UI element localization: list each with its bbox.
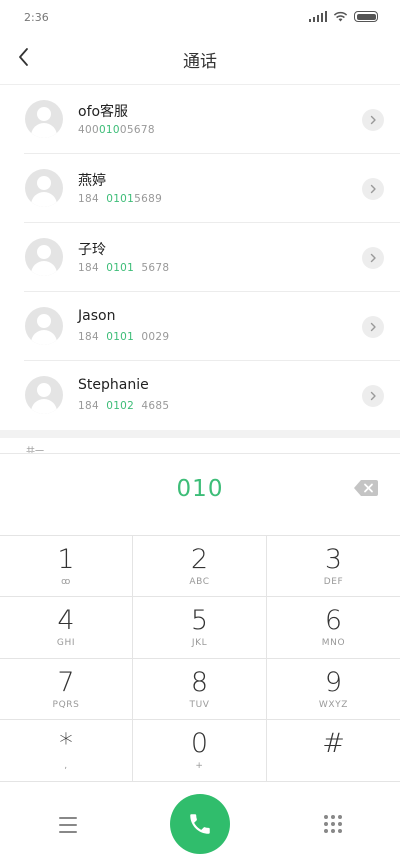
contact-list: ofo客服 40001005678 燕婷 184 01015689 子玲 184…	[0, 85, 400, 430]
contact-name: 子玲	[78, 242, 106, 258]
key-digit: 3	[324, 544, 343, 575]
contact-name: Jason	[78, 308, 116, 324]
avatar	[25, 169, 63, 207]
contact-row[interactable]: ofo客服 40001005678	[0, 85, 400, 154]
key-letters: TUV	[189, 700, 210, 710]
avatar	[25, 307, 63, 345]
key-9[interactable]: 9 WXYZ	[267, 659, 400, 720]
status-icons	[308, 11, 378, 22]
key-digit: 6	[324, 605, 343, 636]
dialer: 010 1ꝏ 2 ABC 3 DEF 4 GHI 5 JKL 6 MNO 7 PQRS 8T…	[0, 453, 400, 866]
avatar	[25, 238, 63, 276]
contact-name: ofo客服	[78, 104, 129, 120]
wifi-icon	[333, 11, 348, 22]
key-6[interactable]: 6 MNO	[267, 597, 400, 659]
key-letters: +	[195, 761, 204, 771]
key-letters: GHI	[56, 638, 76, 648]
key-digit: *	[59, 728, 73, 759]
contact-row[interactable]: 子玲 184 0101 5678	[0, 223, 400, 292]
chevron-right-icon	[370, 184, 376, 194]
contact-row[interactable]: Stephanie 184 0102 4685	[0, 361, 400, 430]
key-digit: 5	[190, 605, 209, 636]
contact-detail-button[interactable]	[362, 316, 384, 338]
key-digit: 0	[190, 728, 209, 759]
avatar	[25, 100, 63, 138]
page-title: 通话	[183, 52, 217, 72]
key-letters: DEF	[323, 577, 344, 587]
status-bar: 2:36	[0, 0, 400, 36]
phone-icon	[190, 814, 210, 834]
bottom-bar	[0, 781, 400, 866]
key-5[interactable]: 5 JKL	[133, 597, 267, 659]
contact-number: 184 0101 0029	[78, 331, 170, 343]
key-star[interactable]: *,	[0, 720, 133, 782]
keypad: 1ꝏ 2 ABC 3 DEF 4 GHI 5 JKL 6 MNO 7 PQRS 8 TUV 9…	[0, 535, 400, 782]
dialed-number[interactable]: 010	[0, 476, 400, 502]
chevron-right-icon	[370, 391, 376, 401]
contact-number: 184 0101 5678	[78, 262, 170, 274]
key-letters: WXYZ	[318, 700, 349, 710]
chevron-right-icon	[370, 253, 376, 263]
dialpad-icon[interactable]	[324, 815, 342, 833]
key-letters: ,	[64, 761, 68, 771]
call-button[interactable]	[170, 794, 230, 854]
contact-name: 燕婷	[78, 173, 106, 189]
contact-detail-button[interactable]	[362, 178, 384, 200]
key-4[interactable]: 4 GHI	[0, 597, 133, 659]
menu-icon[interactable]	[59, 817, 77, 833]
key-hash[interactable]: #	[267, 720, 400, 782]
key-7[interactable]: 7 PQRS	[0, 659, 133, 720]
key-letters: ABC	[189, 577, 210, 587]
contact-detail-button[interactable]	[362, 109, 384, 131]
delete-button[interactable]	[354, 480, 378, 496]
contact-number: 40001005678	[78, 124, 155, 136]
chevron-right-icon	[370, 322, 376, 332]
header: 通话	[0, 36, 400, 84]
contact-number: 184 0102 4685	[78, 400, 170, 412]
signal-icon	[308, 11, 327, 22]
key-digit: 9	[324, 667, 343, 698]
key-digit: 4	[57, 605, 75, 636]
key-2[interactable]: 2 ABC	[133, 536, 267, 597]
key-8[interactable]: 8 TUV	[133, 659, 267, 720]
battery-icon	[354, 11, 378, 22]
contact-number: 184 01015689	[78, 193, 163, 205]
chevron-right-icon	[370, 115, 376, 125]
contact-name: Stephanie	[78, 377, 149, 393]
contact-detail-button[interactable]	[362, 385, 384, 407]
key-digit: 2	[190, 544, 209, 575]
key-letters: MNO	[321, 638, 346, 648]
key-letters: JKL	[191, 638, 208, 648]
key-1[interactable]: 1ꝏ	[0, 536, 133, 597]
contact-row[interactable]: Jason 184 0101 0029	[0, 292, 400, 361]
avatar	[25, 376, 63, 414]
key-digit: #	[322, 728, 345, 759]
status-time: 2:36	[24, 11, 49, 24]
key-digit: 7	[57, 667, 75, 698]
list-gap	[0, 430, 400, 438]
voicemail-icon: ꝏ	[61, 577, 71, 587]
key-letters: PQRS	[52, 700, 80, 710]
key-digit: 1	[57, 544, 75, 575]
key-3[interactable]: 3 DEF	[267, 536, 400, 597]
key-digit: 8	[190, 667, 209, 698]
contact-row[interactable]: 燕婷 184 01015689	[0, 154, 400, 223]
backspace-icon	[354, 480, 378, 496]
contact-detail-button[interactable]	[362, 247, 384, 269]
key-0[interactable]: 0 +	[133, 720, 267, 782]
